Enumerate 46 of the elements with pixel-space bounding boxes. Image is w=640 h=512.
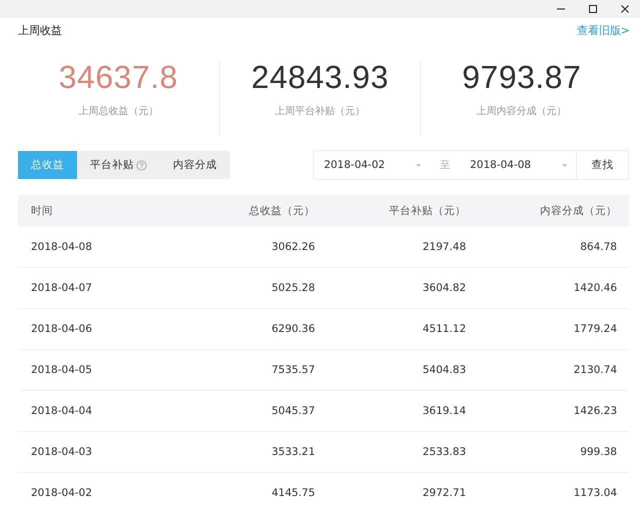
table-cell-text: 999.38	[579, 446, 617, 458]
table-cell-text: 3062.26	[270, 241, 315, 253]
column-header: 平台补贴（元）	[388, 204, 466, 218]
table-cell-text: 3533.21	[270, 446, 315, 458]
table-cell-text: 2018-04-06	[30, 323, 94, 335]
stat-value: 9793.87	[462, 59, 582, 96]
start-date-field[interactable]: 2018-04-02	[314, 159, 430, 171]
table-cell-text: 5045.37	[270, 405, 315, 417]
table-cell-text: 2018-04-08	[30, 241, 94, 253]
maximize-icon[interactable]	[588, 4, 598, 14]
stat-value: 24843.93	[251, 59, 389, 96]
table-cell-text: 2018-04-07	[30, 282, 94, 294]
end-date-field[interactable]: 2018-04-08	[460, 159, 576, 171]
caret-icon	[414, 162, 422, 168]
table-cell-text: 1779.24	[572, 323, 617, 335]
caret-icon	[561, 162, 568, 168]
table-cell-text: 5025.28	[270, 282, 315, 294]
stat-label: 上周内容分成（元）	[476, 104, 567, 118]
table-cell-text: 864.78	[579, 241, 617, 253]
table-cell-text: 1426.23	[572, 405, 617, 417]
column-header: 时间	[30, 204, 54, 218]
table-cell-text: 2018-04-05	[30, 364, 94, 376]
column-header: 内容分成（元）	[539, 204, 617, 218]
table-cell-text: 2972.71	[422, 487, 466, 499]
table-cell-text: 2130.74	[572, 364, 617, 376]
table-cell-text: 1173.04	[572, 487, 617, 499]
table-cell-text: 2018-04-02	[30, 487, 94, 499]
table-cell-text: 2018-04-04	[30, 405, 94, 417]
table-cell-text: 6290.36	[270, 323, 315, 335]
stat-value: 34637.8	[58, 59, 178, 96]
stat-label: 上周平台补贴（元）	[275, 104, 365, 118]
table-cell-text: 2018-04-03	[30, 446, 94, 458]
close-icon[interactable]	[620, 4, 630, 14]
range-separator: 至	[438, 159, 451, 172]
table-cell-text: 4511.12	[422, 323, 466, 335]
stat-label: 上周总收益（元）	[78, 104, 158, 118]
table-cell-text: 7535.57	[270, 364, 315, 376]
table-cell-text: 2197.48	[422, 241, 466, 253]
table-cell-text: 3604.82	[422, 282, 466, 294]
table-cell-text: 4145.75	[270, 487, 315, 499]
section-title: 上周收益	[18, 22, 62, 38]
table-cell-text: 2533.83	[422, 446, 466, 458]
column-header: 总收益（元）	[248, 204, 315, 218]
table-cell-text: 5404.83	[422, 364, 466, 376]
table-cell-text: 3619.14	[422, 405, 466, 417]
table-cell-text: 1420.46	[572, 282, 617, 294]
